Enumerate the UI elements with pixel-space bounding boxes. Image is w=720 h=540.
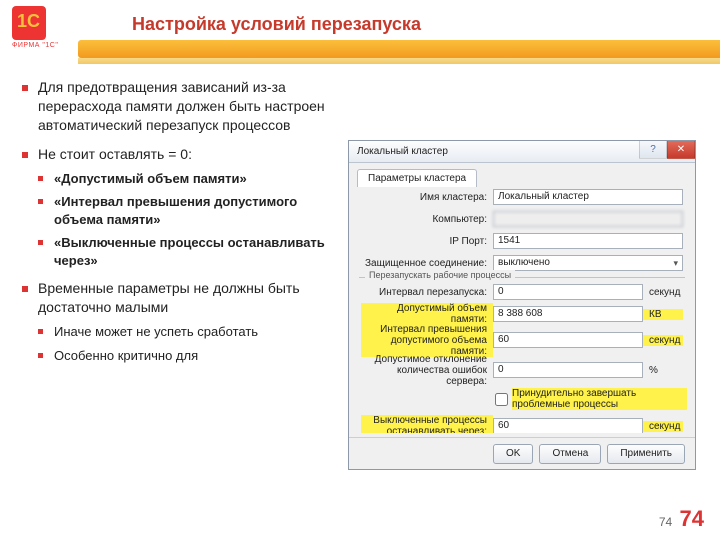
unit-interval: секунд (643, 287, 683, 298)
dialog-buttons: OK Отмена Применить (349, 437, 695, 469)
logo-1c: 1C ФИРМА "1С" (12, 6, 72, 54)
lbl-memover: Интервал превышения допустимого объема п… (361, 324, 493, 357)
page-small: 74 (659, 515, 672, 529)
bullet-3a: Иначе может не успеть сработать (38, 323, 342, 341)
field-memover[interactable]: 60 (493, 332, 643, 348)
lbl-off: Выключенные процессы останавливать через… (361, 415, 493, 433)
dialog-window: Локальный кластер ? ✕ Параметры кластера… (348, 140, 696, 470)
close-button[interactable]: ✕ (667, 141, 695, 159)
lbl-err: Допустимое отклонение количества ошибок … (361, 354, 493, 387)
slide-title: Настройка условий перезапуска (132, 14, 421, 35)
lbl-port: IP Порт: (361, 236, 493, 247)
bullet-3b: Особенно критично для (38, 347, 342, 365)
unit-memover: секунд (643, 335, 683, 346)
window-controls: ? ✕ (639, 141, 695, 159)
field-interval[interactable]: 0 (493, 284, 643, 300)
logo-badge: 1C (12, 6, 46, 40)
lbl-name: Имя кластера: (361, 192, 493, 203)
group-title: Перезапускать рабочие процессы (365, 270, 515, 280)
ok-button[interactable]: OK (493, 444, 533, 464)
bullet-2c: «Выключенные процессы останавливать чере… (38, 234, 342, 269)
lbl-comp: Компьютер: (361, 214, 493, 225)
page-big: 74 (680, 506, 704, 531)
bullet-3-text: Временные параметры не должны быть доста… (38, 280, 300, 315)
bullet-3: Временные параметры не должны быть доста… (22, 279, 342, 364)
field-comp[interactable] (493, 211, 683, 227)
dialog-title: Локальный кластер (357, 146, 448, 157)
apply-button[interactable]: Применить (607, 444, 685, 464)
field-err[interactable]: 0 (493, 362, 643, 378)
bullet-2-text: Не стоит оставлять = 0: (38, 146, 192, 162)
group-restart: Перезапускать рабочие процессы (359, 277, 685, 280)
checkbox-force-label: Принудительно завершать проблемные проце… (512, 388, 687, 410)
field-mem[interactable]: 8 388 608 (493, 306, 643, 322)
slide-header: 1C ФИРМА "1С" Настройка условий перезапу… (0, 0, 720, 60)
field-port[interactable]: 1541 (493, 233, 683, 249)
lbl-mem: Допустимый объем памяти: (361, 303, 493, 325)
unit-err: % (643, 365, 683, 376)
field-name[interactable]: Локальный кластер (493, 189, 683, 205)
form-area: Имя кластера: Локальный кластер Компьюте… (357, 187, 687, 433)
tab-cluster-params[interactable]: Параметры кластера (357, 169, 477, 187)
cancel-button[interactable]: Отмена (539, 444, 601, 464)
help-button[interactable]: ? (639, 141, 667, 159)
header-substripe (78, 58, 720, 64)
slide-text: Для предотвращения зависаний из-за перер… (22, 78, 342, 374)
bullet-2: Не стоит оставлять = 0: «Допустимый объе… (22, 145, 342, 270)
field-off[interactable]: 60 (493, 418, 643, 433)
logo-mark: 1C (17, 11, 40, 32)
bullet-2a: «Допустимый объем памяти» (38, 170, 342, 188)
lbl-sec: Защищенное соединение: (361, 258, 493, 269)
lbl-interval: Интервал перезапуска: (361, 287, 493, 298)
unit-mem: КВ (643, 309, 683, 320)
dialog-titlebar[interactable]: Локальный кластер ? ✕ (349, 141, 695, 163)
field-sec[interactable]: выключено (493, 255, 683, 271)
checkbox-force-input[interactable] (495, 393, 508, 406)
checkbox-force[interactable]: Принудительно завершать проблемные проце… (357, 386, 687, 412)
bullet-2b: «Интервал превышения допустимого объема … (38, 193, 342, 228)
bullet-1: Для предотвращения зависаний из-за перер… (22, 78, 342, 135)
unit-off: секунд (643, 421, 683, 432)
slide-footer: 74 74 (659, 506, 704, 532)
logo-sub: ФИРМА "1С" (12, 42, 72, 49)
header-stripe (78, 40, 720, 58)
